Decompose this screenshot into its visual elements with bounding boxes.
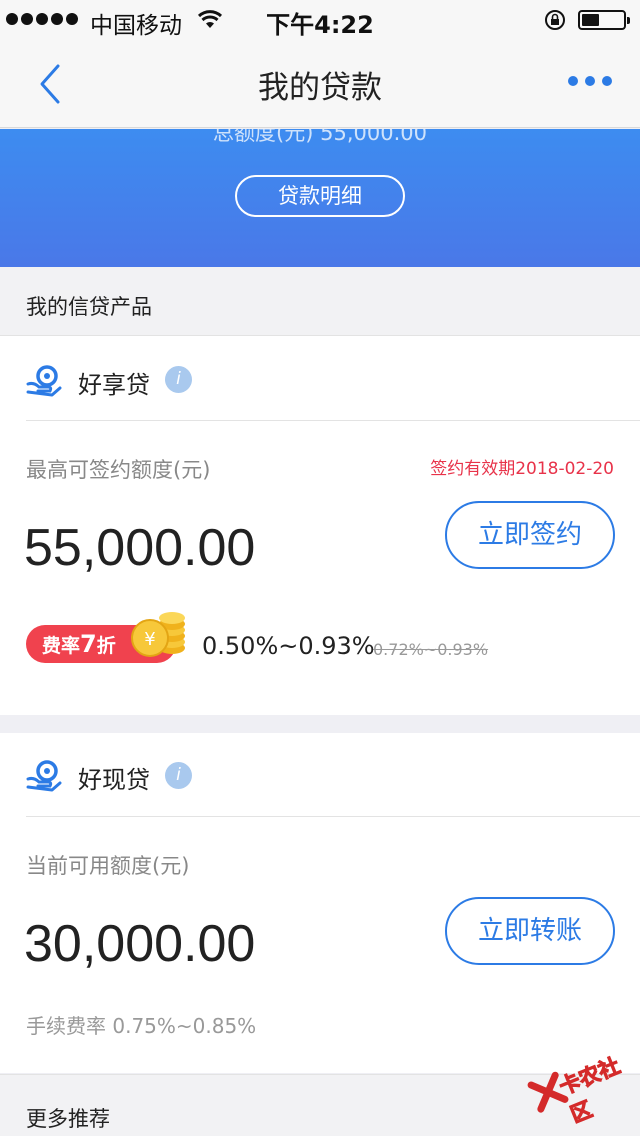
coins-icon: ¥ [131, 612, 185, 657]
sign-now-button[interactable]: 立即签约 [445, 501, 615, 569]
product-icon [26, 760, 62, 792]
page-title: 我的贷款 [258, 70, 382, 106]
credit-amount: 30,000.00 [24, 915, 256, 973]
validity-date: 签约有效期2018-02-20 [430, 459, 614, 479]
battery-icon [578, 10, 630, 30]
section-title: 我的信贷产品 [26, 295, 152, 319]
available-credit-label: 当前可用额度(元) [26, 854, 190, 878]
info-icon[interactable]: i [165, 366, 192, 393]
svg-text:¥: ¥ [144, 629, 155, 650]
product-name: 好现贷 [78, 766, 150, 794]
status-bar: 中国移动 下午4:22 [0, 0, 640, 40]
product-card-haoxiandai: 好现贷 i 当前可用额度(元) 30,000.00 立即转账 手续费率 0.75… [0, 733, 640, 1073]
interest-rate: 0.50%~0.93% [202, 632, 375, 660]
original-rate: 0.72%~0.93% [373, 640, 489, 659]
product-icon [26, 365, 62, 397]
loan-summary-header: 总额度(元) 55,000.00 贷款明细 [0, 129, 640, 267]
product-name: 好享贷 [78, 371, 150, 399]
fee-rate: 手续费率 0.75%~0.85% [26, 1014, 257, 1038]
credit-amount: 55,000.00 [24, 519, 256, 577]
info-icon[interactable]: i [165, 762, 192, 789]
loan-detail-button[interactable]: 贷款明细 [235, 175, 405, 217]
max-credit-label: 最高可签约额度(元) [26, 458, 211, 482]
transfer-now-button[interactable]: 立即转账 [445, 897, 615, 965]
total-credit-text: 总额度(元) 55,000.00 [213, 129, 427, 145]
navigation-bar: 我的贷款 [0, 40, 640, 128]
section-credit-products: 我的信贷产品 [0, 267, 640, 335]
rotation-lock-icon [545, 10, 565, 30]
more-dots-icon[interactable] [568, 76, 612, 86]
section-title: 更多推荐 [26, 1107, 110, 1131]
product-card-haoxiangdai: 好享贷 i 最高可签约额度(元) 签约有效期2018-02-20 55,000.… [0, 335, 640, 715]
